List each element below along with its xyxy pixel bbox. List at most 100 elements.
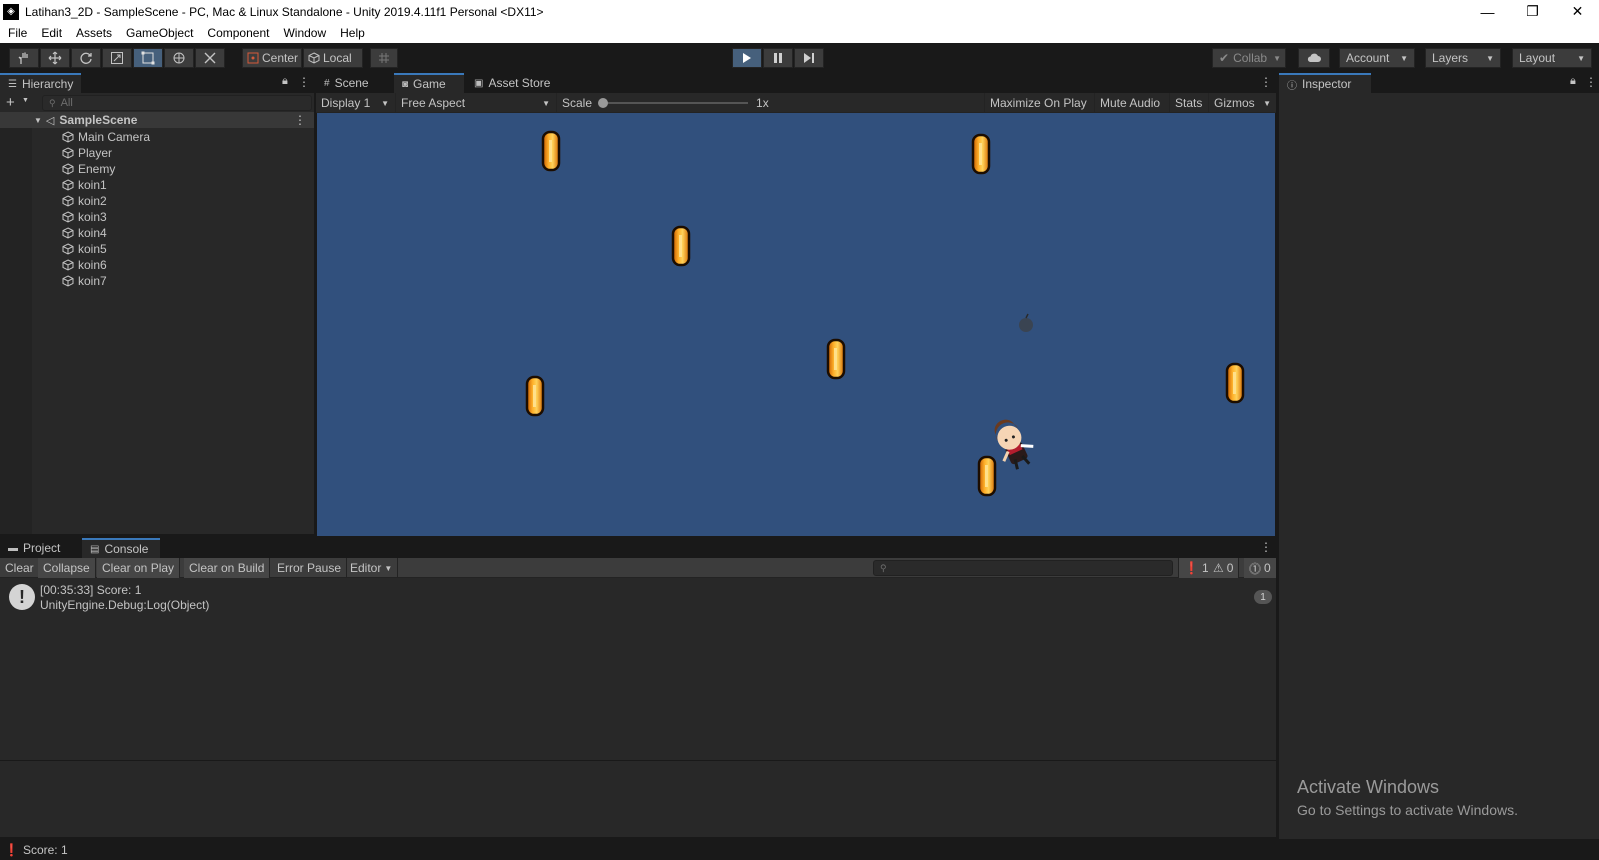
tab-hierarchy[interactable]: ☰ Hierarchy bbox=[0, 73, 82, 93]
console-splitter[interactable] bbox=[0, 760, 1276, 761]
scale-slider[interactable] bbox=[598, 98, 749, 108]
kebab-menu-icon[interactable]: ⋮ bbox=[1260, 75, 1272, 89]
aspect-dropdown[interactable]: Free Aspect ▼ bbox=[395, 93, 555, 113]
console-clear-on-build-toggle[interactable]: Clear on Build bbox=[184, 558, 271, 578]
scale-slider-thumb[interactable] bbox=[598, 98, 609, 108]
stats-toggle[interactable]: Stats bbox=[1169, 93, 1207, 113]
hierarchy-search-input[interactable]: ⚲ All bbox=[42, 95, 312, 111]
tab-scene-label: Scene bbox=[334, 76, 369, 90]
close-button[interactable]: ✕ bbox=[1555, 0, 1599, 23]
hierarchy-item[interactable]: koin2 bbox=[0, 193, 107, 209]
minimize-button[interactable]: — bbox=[1465, 0, 1510, 23]
menu-edit[interactable]: Edit bbox=[41, 26, 62, 40]
mute-label: Mute Audio bbox=[1100, 96, 1161, 110]
menu-help[interactable]: Help bbox=[340, 26, 365, 40]
gizmos-dropdown[interactable]: Gizmos ▼ bbox=[1208, 93, 1276, 113]
collab-dropdown[interactable]: ✔ Collab ▼ bbox=[1212, 48, 1286, 68]
hierarchy-item[interactable]: koin4 bbox=[0, 225, 107, 241]
hierarchy-item[interactable]: koin3 bbox=[0, 209, 107, 225]
kebab-menu-icon[interactable]: ⋮ bbox=[294, 113, 306, 127]
game-viewport[interactable] bbox=[317, 113, 1275, 536]
move-tool-button[interactable] bbox=[40, 48, 70, 68]
pivot-local-toggle[interactable]: Local bbox=[303, 48, 363, 68]
hierarchy-item[interactable]: Player bbox=[0, 145, 112, 161]
scale-icon bbox=[111, 52, 123, 64]
cloud-button[interactable] bbox=[1298, 48, 1330, 68]
space-label: Local bbox=[323, 51, 352, 65]
console-clear-button[interactable]: Clear bbox=[0, 558, 40, 578]
coin-sprite bbox=[971, 133, 991, 175]
hierarchy-item-label: koin4 bbox=[78, 226, 107, 240]
display-dropdown[interactable]: Display 1 ▼ bbox=[316, 93, 394, 113]
tab-console[interactable]: ▤ Console bbox=[82, 538, 160, 558]
layout-dropdown[interactable]: Layout ▼ bbox=[1512, 48, 1592, 68]
clear-on-play-label: Clear on Play bbox=[102, 561, 175, 575]
info-bubble-icon: ❗ bbox=[4, 842, 19, 857]
console-collapse-toggle[interactable]: Collapse bbox=[38, 558, 96, 578]
account-label: Account bbox=[1346, 51, 1390, 65]
coin-sprite bbox=[541, 130, 561, 172]
scale-tool-button[interactable] bbox=[102, 48, 132, 68]
hierarchy-item[interactable]: Enemy bbox=[0, 161, 115, 177]
tab-asset-store[interactable]: ▣ Asset Store bbox=[466, 73, 558, 93]
aspect-label: Free Aspect bbox=[401, 96, 466, 110]
console-warning-filter[interactable]: ⚠ 0 bbox=[1208, 558, 1240, 578]
menu-assets[interactable]: Assets bbox=[76, 26, 112, 40]
maximize-on-play-toggle[interactable]: Maximize On Play bbox=[984, 93, 1092, 113]
foldout-icon[interactable]: ▼ bbox=[34, 116, 42, 125]
kebab-menu-icon[interactable]: ⋮ bbox=[1260, 540, 1272, 554]
grid-snap-button[interactable] bbox=[370, 48, 398, 68]
play-button[interactable] bbox=[732, 48, 762, 68]
rotate-tool-button[interactable] bbox=[71, 48, 101, 68]
scene-row[interactable]: ▼ ◁ SampleScene ⋮ bbox=[0, 112, 314, 128]
tab-game[interactable]: ◙ Game bbox=[394, 73, 464, 93]
console-clear-on-play-toggle[interactable]: Clear on Play bbox=[97, 558, 181, 578]
mute-audio-toggle[interactable]: Mute Audio bbox=[1094, 93, 1165, 113]
status-bar[interactable]: ❗ Score: 1 bbox=[0, 839, 1599, 860]
menu-component[interactable]: Component bbox=[207, 26, 269, 40]
chevron-down-icon: ▼ bbox=[1263, 98, 1271, 108]
hand-tool-button[interactable] bbox=[9, 48, 39, 68]
tab-project[interactable]: ▬ Project bbox=[0, 538, 68, 558]
kebab-menu-icon[interactable]: ⋮ bbox=[1585, 75, 1597, 89]
console-editor-dropdown[interactable]: Editor ▼ bbox=[345, 558, 399, 578]
transform-tool-button[interactable] bbox=[164, 48, 194, 68]
hierarchy-item-label: koin1 bbox=[78, 178, 107, 192]
display-label: Display 1 bbox=[321, 96, 371, 110]
pause-button[interactable] bbox=[763, 48, 793, 68]
hierarchy-item[interactable]: koin6 bbox=[0, 257, 107, 273]
account-dropdown[interactable]: Account ▼ bbox=[1339, 48, 1415, 68]
add-icon[interactable]: + bbox=[6, 94, 15, 111]
menu-file[interactable]: File bbox=[8, 26, 27, 40]
custom-tool-button[interactable] bbox=[195, 48, 225, 68]
tab-inspector[interactable]: ⓘ Inspector bbox=[1279, 73, 1371, 93]
console-search-input[interactable]: ⚲ bbox=[873, 560, 1173, 576]
local-cube-icon bbox=[308, 52, 320, 64]
console-error-pause-toggle[interactable]: Error Pause bbox=[272, 558, 348, 578]
console-log-entry[interactable]: ! [00:35:33] Score: 1 UnityEngine.Debug:… bbox=[0, 582, 1276, 620]
kebab-menu-icon[interactable]: ⋮ bbox=[298, 75, 310, 89]
menu-gameobject[interactable]: GameObject bbox=[126, 26, 193, 40]
store-bag-icon: ▣ bbox=[474, 77, 484, 89]
lock-icon[interactable]: 🔒︎ bbox=[282, 75, 288, 88]
hierarchy-item[interactable]: koin7 bbox=[0, 273, 107, 289]
hierarchy-item[interactable]: Main Camera bbox=[0, 129, 150, 145]
restore-button[interactable]: ❐ bbox=[1510, 0, 1555, 23]
layout-label: Layout bbox=[1519, 51, 1556, 65]
gameobject-cube-icon bbox=[62, 131, 74, 143]
step-button[interactable] bbox=[794, 48, 824, 68]
rect-transform-icon bbox=[141, 51, 155, 65]
console-toolbar: Clear Collapse Clear on Play Clear on Bu… bbox=[0, 558, 1276, 578]
pivot-center-toggle[interactable]: Center bbox=[242, 48, 302, 68]
hierarchy-item[interactable]: koin5 bbox=[0, 241, 107, 257]
menu-window[interactable]: Window bbox=[283, 26, 326, 40]
tab-game-label: Game bbox=[413, 77, 446, 91]
chevron-down-icon[interactable]: ▼ bbox=[22, 97, 29, 104]
menu-bar: File Edit Assets GameObject Component Wi… bbox=[0, 23, 1599, 43]
console-error-filter[interactable]: ⓵ 0 bbox=[1244, 558, 1276, 578]
tab-scene[interactable]: # Scene bbox=[316, 73, 377, 93]
lock-icon[interactable]: 🔒︎ bbox=[1570, 75, 1576, 88]
layers-dropdown[interactable]: Layers ▼ bbox=[1425, 48, 1501, 68]
rect-tool-button[interactable] bbox=[133, 48, 163, 68]
hierarchy-item[interactable]: koin1 bbox=[0, 177, 107, 193]
